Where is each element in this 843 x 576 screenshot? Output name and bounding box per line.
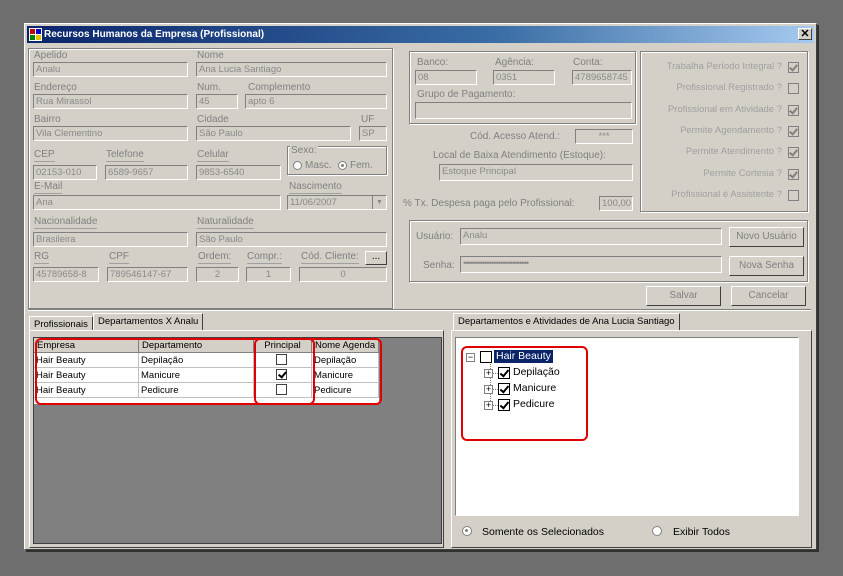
permission-label: Permite Agendamento ?	[680, 124, 782, 136]
rg-label: RG	[34, 251, 49, 264]
conta-label: Conta:	[573, 57, 603, 68]
cod-acesso-field[interactable]: ***	[575, 129, 633, 144]
tab-departamentos-atividades[interactable]: Departamentos e Atividades de Ana Lucia …	[453, 313, 680, 331]
permission-checkbox[interactable]	[788, 189, 799, 201]
permission-label: Profissional Registrado ?	[676, 82, 782, 94]
highlight-principal	[254, 338, 315, 405]
nacionalidade-label: Nacionalidade	[34, 216, 98, 229]
cpf-field[interactable]: 789546147-67	[107, 267, 188, 282]
permission-label: Trabalha Período Integral ?	[666, 61, 782, 72]
cod-cliente-button[interactable]: ...	[365, 251, 387, 265]
separator	[28, 309, 811, 311]
celular-label: Celular	[197, 149, 229, 162]
endereco-field[interactable]: Rua Mirassol	[33, 94, 188, 109]
uf-field[interactable]: SP	[359, 126, 387, 141]
permission-checkbox[interactable]	[788, 62, 799, 73]
grupo-pagamento-field[interactable]	[415, 102, 632, 119]
cep-field[interactable]: 02153-010	[33, 165, 97, 180]
permission-checkbox[interactable]	[788, 83, 799, 95]
nacionalidade-field[interactable]: Brasileira	[33, 232, 188, 247]
banco-label: Banco:	[417, 57, 449, 68]
naturalidade-label: Naturalidade	[197, 216, 254, 229]
permission-label: Profissional em Atividade ?	[667, 103, 782, 115]
sexo-fem-label: Fem.	[350, 160, 373, 171]
tx-despesa-field[interactable]: 100,00	[599, 196, 633, 211]
cpf-label: CPF	[109, 251, 129, 264]
telefone-field[interactable]: 6589-9657	[105, 165, 188, 180]
highlight-grid	[35, 338, 382, 405]
grupo-pagamento-label: Grupo de Pagamento:	[417, 89, 516, 100]
filter-selected-label: Somente os Selecionados	[482, 526, 604, 538]
tab-departamentos[interactable]: Departamentos X Analu	[93, 313, 204, 331]
sexo-masc-radio[interactable]	[293, 161, 302, 170]
local-baixa-field[interactable]: Estoque Principal	[439, 164, 633, 181]
sexo-masc-label: Masc.	[305, 160, 332, 171]
bairro-field[interactable]: Vila Clementino	[33, 126, 188, 141]
telefone-label: Telefone	[106, 149, 144, 162]
permission-label: Permite Atendimento ?	[685, 146, 782, 158]
cancelar-button[interactable]: Cancelar	[731, 286, 806, 306]
main-window: Recursos Humanos da Empresa (Profissiona…	[24, 23, 817, 550]
nome-field[interactable]: Ana Lucia Santiago	[196, 62, 387, 77]
senha-field[interactable]: ••••••••••••••••••••••••••••	[460, 256, 722, 273]
email-label: E-Mail	[34, 181, 63, 194]
banco-field[interactable]: 08	[415, 70, 477, 85]
agencia-field[interactable]: 0351	[493, 70, 555, 85]
celular-field[interactable]: 9853-6540	[196, 165, 281, 180]
ordem-label: Ordem:	[198, 251, 232, 264]
apelido-field[interactable]: Analu	[33, 62, 188, 77]
permission-checkbox[interactable]	[788, 125, 799, 137]
filter-selected-radio[interactable]	[462, 526, 472, 536]
app-icon	[29, 28, 42, 41]
compr-field[interactable]: 1	[246, 267, 291, 282]
cod-acesso-label: Cód. Acesso Atend.:	[470, 131, 561, 142]
complemento-field[interactable]: apto 6	[245, 94, 387, 109]
permission-label: Profissional é Assistente ?	[671, 188, 782, 200]
salvar-button[interactable]: Salvar	[646, 286, 721, 306]
usuario-label: Usuário:	[416, 231, 454, 242]
nascimento-value: 11/06/2007	[290, 197, 337, 208]
num-field[interactable]: 45	[196, 94, 238, 109]
sexo-fem-radio[interactable]	[338, 161, 347, 170]
cod-cliente-label: Cód. Cliente:	[301, 251, 359, 264]
cep-label: CEP	[34, 149, 55, 162]
nova-senha-button[interactable]: Nova Senha	[729, 256, 804, 276]
senha-label: Senha:	[423, 260, 455, 271]
permission-checkbox[interactable]	[788, 147, 799, 159]
highlight-tree	[461, 346, 588, 441]
window-title: Recursos Humanos da Empresa (Profissiona…	[44, 29, 265, 40]
sexo-label: Sexo:	[290, 145, 318, 157]
chevron-down-icon[interactable]: ▼	[372, 196, 386, 209]
tab-profissionais[interactable]: Profissionais	[29, 316, 93, 331]
rg-field[interactable]: 45789658-8	[33, 267, 99, 282]
local-baixa-label: Local de Baixa Atendimento (Estoque):	[433, 150, 606, 161]
cidade-field[interactable]: São Paulo	[196, 126, 351, 141]
permission-checkbox[interactable]	[788, 168, 799, 180]
compr-label: Compr.:	[247, 251, 283, 264]
cod-cliente-field[interactable]: 0	[299, 267, 387, 282]
email-field[interactable]: Ana	[33, 195, 281, 210]
filter-all-radio[interactable]	[652, 526, 662, 536]
usuario-field[interactable]: Analu	[460, 228, 722, 245]
title-bar: Recursos Humanos da Empresa (Profissiona…	[27, 26, 814, 43]
agencia-label: Agência:	[495, 57, 534, 68]
conta-field[interactable]: 4789658745	[572, 70, 632, 85]
ordem-field[interactable]: 2	[196, 267, 239, 282]
filter-all-label: Exibir Todos	[673, 526, 731, 538]
nascimento-label: Nascimento	[289, 181, 342, 194]
novo-usuario-button[interactable]: Novo Usuário	[729, 227, 804, 247]
permission-label: Permite Cortesia ?	[703, 167, 782, 179]
permission-checkbox[interactable]	[788, 104, 799, 116]
nascimento-field[interactable]: 11/06/2007 ▼	[287, 195, 387, 210]
tx-despesa-label: % Tx. Despesa paga pelo Profissional:	[403, 198, 575, 209]
close-button[interactable]: ✕	[798, 28, 812, 40]
naturalidade-field[interactable]: São Paulo	[196, 232, 387, 247]
